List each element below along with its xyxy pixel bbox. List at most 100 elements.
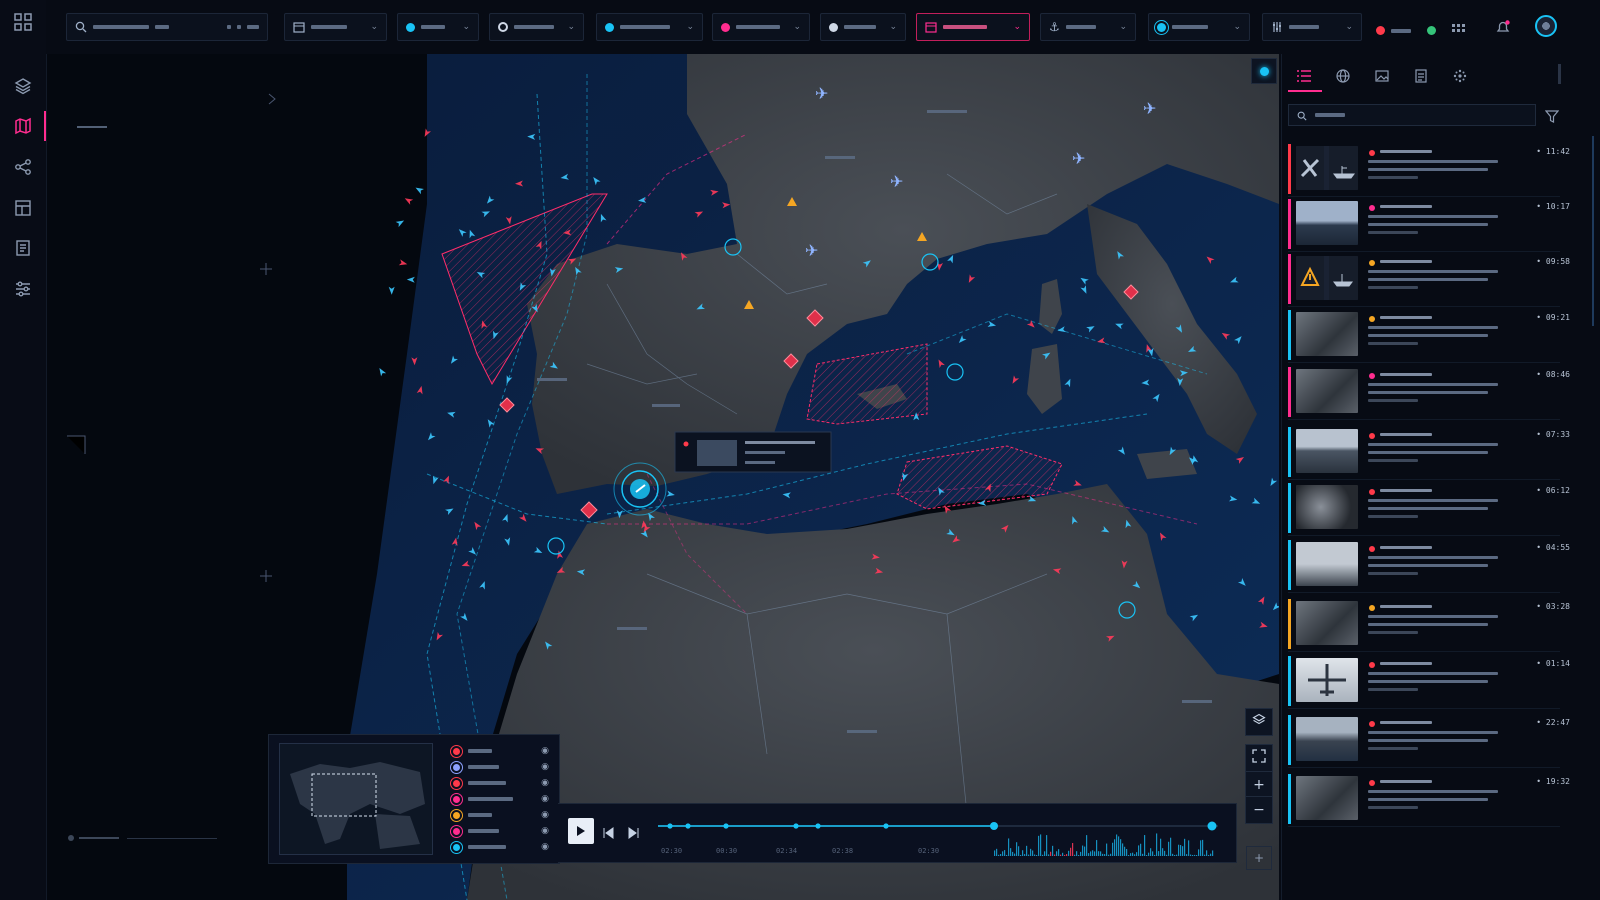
feed-item[interactable]: • 19:32 xyxy=(1288,772,1570,827)
aircraft-marker[interactable]: ✈ xyxy=(890,172,903,191)
report-icon[interactable] xyxy=(1407,64,1435,88)
legend-item[interactable]: ◉ xyxy=(453,745,549,757)
dashboard-icon[interactable] xyxy=(11,196,35,220)
chevron-down-icon: ⌄ xyxy=(1119,22,1127,32)
grid-small-icon[interactable] xyxy=(1452,21,1466,40)
aircraft-marker[interactable]: ✈ xyxy=(1143,99,1156,118)
filter-chip-3[interactable]: ⌄ xyxy=(596,13,703,41)
legend-item[interactable]: ◉ xyxy=(453,809,549,821)
map-icon[interactable] xyxy=(11,111,46,141)
aircraft-marker[interactable]: ✈ xyxy=(805,241,818,260)
zoom-in-button[interactable]: + xyxy=(1245,771,1273,799)
timeline-time: 00:30 xyxy=(716,847,738,855)
feed-time: • 08:46 xyxy=(1536,370,1570,379)
feed-text-line xyxy=(1368,223,1488,226)
legend-item[interactable]: ◉ xyxy=(453,825,549,837)
grid-icon[interactable] xyxy=(11,10,35,34)
date-filter[interactable]: ⌄ xyxy=(284,13,387,41)
sensor-icon[interactable] xyxy=(1446,64,1474,88)
aircraft-marker[interactable]: ✈ xyxy=(1072,149,1085,168)
layers-icon[interactable] xyxy=(11,74,35,98)
filter-chip-6[interactable]: ⌄ xyxy=(1148,13,1250,41)
activity-bar xyxy=(1044,851,1046,856)
feed-item[interactable]: • 01:14 xyxy=(1288,654,1570,709)
feed-text-line xyxy=(1380,260,1432,263)
feed-scrollbar[interactable] xyxy=(1592,136,1594,326)
aircraft-marker[interactable]: ✈ xyxy=(815,84,828,103)
eye-icon[interactable]: ◉ xyxy=(541,762,549,772)
eye-icon[interactable]: ◉ xyxy=(541,826,549,836)
filter-chip-5[interactable]: ⌄ xyxy=(820,13,906,41)
feed-item[interactable]: • 06:12 xyxy=(1288,481,1570,536)
legend-item[interactable]: ◉ xyxy=(453,841,549,853)
previous-button[interactable] xyxy=(602,824,614,843)
chevron-down-icon: ⌄ xyxy=(793,22,801,32)
eye-icon[interactable]: ◉ xyxy=(541,746,549,756)
activity-bar xyxy=(1126,848,1128,856)
legend-item[interactable]: ◉ xyxy=(453,777,549,789)
legend-item[interactable]: ◉ xyxy=(453,761,549,773)
timeline-track[interactable] xyxy=(658,810,1228,858)
feed-item[interactable]: • 09:58 xyxy=(1288,252,1570,307)
feed-item[interactable]: • 04:55 xyxy=(1288,538,1570,593)
fit-view-button[interactable] xyxy=(1245,744,1273,772)
filter-chip-date-selected[interactable]: ⌄ xyxy=(916,13,1030,41)
user-avatar-icon[interactable] xyxy=(1535,15,1557,37)
activity-bar xyxy=(1158,851,1160,856)
filter-chip-2[interactable]: ⌄ xyxy=(489,13,584,41)
feed-item[interactable]: • 22:47 xyxy=(1288,713,1570,768)
eye-icon[interactable]: ◉ xyxy=(541,842,549,852)
map-view[interactable]: ✈ ✈ ✈ ✈ ✈ xyxy=(47,54,1279,900)
feed-search-input[interactable] xyxy=(1288,104,1536,126)
legend-item[interactable]: ◉ xyxy=(453,793,549,805)
filter-chip-4[interactable]: ⌄ xyxy=(712,13,810,41)
notification-icon[interactable] xyxy=(1495,19,1511,39)
activity-bar xyxy=(1062,852,1064,856)
panel-scrollbar-top[interactable] xyxy=(1558,64,1561,84)
feed-item[interactable]: • 07:33 xyxy=(1288,425,1570,480)
filter-icon[interactable] xyxy=(1544,108,1560,127)
settings-sliders-icon[interactable] xyxy=(11,277,35,301)
filter-chip-sliders[interactable]: ⌄ xyxy=(1262,13,1362,41)
layers-toggle-button[interactable] xyxy=(1245,708,1273,736)
activity-bar xyxy=(1046,835,1048,856)
eye-icon[interactable]: ◉ xyxy=(541,810,549,820)
list-icon[interactable] xyxy=(1290,64,1318,88)
activity-bar xyxy=(1156,833,1158,856)
document-icon[interactable] xyxy=(11,236,35,260)
image-icon[interactable] xyxy=(1368,64,1396,88)
feed-text-line xyxy=(1368,399,1418,402)
feed-item[interactable]: • 11:42 xyxy=(1288,142,1570,197)
minimap[interactable] xyxy=(279,743,433,855)
feed-text-line xyxy=(1368,499,1498,502)
zoom-out-button[interactable]: − xyxy=(1245,796,1273,824)
eye-icon[interactable]: ◉ xyxy=(541,794,549,804)
feed-item[interactable]: • 03:28 xyxy=(1288,597,1570,652)
activity-bar xyxy=(1176,854,1178,856)
filter-chip-1[interactable]: ⌄ xyxy=(397,13,479,41)
eye-icon[interactable]: ◉ xyxy=(541,778,549,788)
feed-item[interactable]: • 10:17 xyxy=(1288,197,1570,252)
feed-item[interactable]: • 09:21 xyxy=(1288,308,1570,363)
activity-bar xyxy=(1122,843,1124,856)
live-sensor-icon[interactable] xyxy=(1251,58,1277,84)
activity-bar xyxy=(1128,854,1130,856)
network-icon[interactable] xyxy=(11,155,35,179)
priority-bar xyxy=(1288,427,1291,477)
filter-chip-anchor[interactable]: ⚓ ⌄ xyxy=(1040,13,1136,41)
feed-time: • 09:58 xyxy=(1536,257,1570,266)
activity-bar xyxy=(1184,838,1186,856)
priority-bar xyxy=(1288,144,1291,194)
activity-bar xyxy=(1104,854,1106,856)
activity-bar xyxy=(1164,850,1166,856)
globe-icon[interactable] xyxy=(1329,64,1357,88)
next-button[interactable] xyxy=(628,824,640,843)
play-button[interactable] xyxy=(568,818,594,844)
activity-bar xyxy=(1064,854,1066,856)
activity-bar xyxy=(1034,854,1036,856)
feed-text-line xyxy=(1380,373,1432,376)
search-filter[interactable] xyxy=(66,13,268,41)
expand-timeline-button[interactable]: + xyxy=(1246,846,1272,870)
status-dot-icon xyxy=(1369,205,1375,211)
feed-item[interactable]: • 08:46 xyxy=(1288,365,1570,420)
